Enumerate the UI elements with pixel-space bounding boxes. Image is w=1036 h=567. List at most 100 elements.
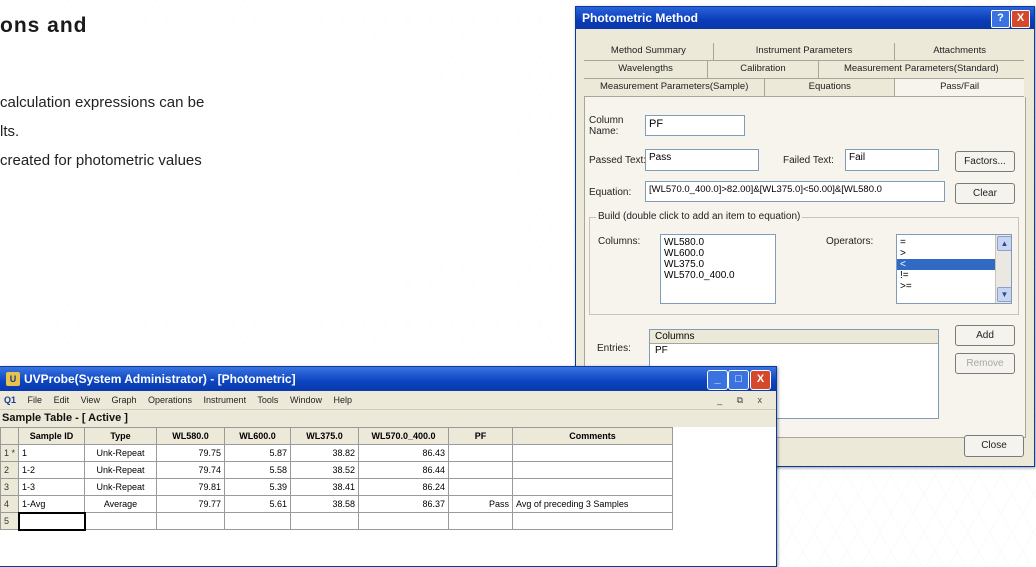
table-cell[interactable]: Unk-Repeat — [84, 461, 158, 479]
table-cell[interactable] — [84, 512, 158, 530]
column-name-field[interactable]: PF — [645, 115, 745, 136]
add-button[interactable]: Add — [955, 325, 1015, 346]
table-cell[interactable]: 86.43 — [358, 444, 450, 462]
row-header[interactable]: 4 — [0, 495, 20, 513]
clear-button[interactable]: Clear — [955, 183, 1015, 204]
close-button[interactable]: Close — [964, 435, 1024, 457]
tab-calibration[interactable]: Calibration — [708, 61, 819, 78]
document-icon[interactable]: Q1 — [4, 395, 16, 405]
menu-file[interactable]: File — [28, 395, 43, 405]
table-cell[interactable] — [512, 444, 674, 462]
help-icon[interactable]: ? — [991, 10, 1010, 28]
menu-tools[interactable]: Tools — [257, 395, 278, 405]
menu-window[interactable]: Window — [290, 395, 322, 405]
list-item-selected[interactable]: < — [897, 259, 996, 270]
tab-measurement-parameters-sample[interactable]: Measurement Parameters(Sample) — [584, 79, 766, 96]
table-cell[interactable] — [290, 512, 360, 530]
table-cell[interactable]: 5.87 — [224, 444, 292, 462]
menu-operations[interactable]: Operations — [148, 395, 192, 405]
menu-edit[interactable]: Edit — [54, 395, 70, 405]
table-cell[interactable] — [224, 512, 292, 530]
menu-instrument[interactable]: Instrument — [204, 395, 247, 405]
list-item[interactable]: > — [900, 248, 993, 259]
table-cell[interactable]: Unk-Repeat — [84, 478, 158, 496]
table-cell[interactable]: 86.24 — [358, 478, 450, 496]
list-item[interactable]: = — [900, 237, 993, 248]
row-header[interactable]: 3 — [0, 478, 20, 496]
table-cell[interactable]: 38.41 — [290, 478, 360, 496]
list-item[interactable]: WL570.0_400.0 — [664, 270, 772, 281]
table-cell[interactable] — [448, 478, 514, 496]
column-header[interactable]: Sample ID — [18, 427, 86, 445]
active-cell[interactable] — [17, 511, 86, 531]
table-cell[interactable] — [512, 478, 674, 496]
table-cell[interactable]: Unk-Repeat — [84, 444, 158, 462]
tab-attachments[interactable]: Attachments — [895, 43, 1024, 60]
column-header[interactable] — [0, 427, 20, 445]
table-cell[interactable]: 1-2 — [18, 461, 86, 479]
table-cell[interactable] — [358, 512, 450, 530]
operators-list[interactable]: = > < != >= ▲ ▼ — [896, 234, 1012, 304]
table-cell[interactable]: 1-Avg — [18, 495, 86, 513]
mdi-controls[interactable]: _ ⧉ x — [717, 391, 768, 409]
menu-graph[interactable]: Graph — [111, 395, 136, 405]
table-cell[interactable]: 5.61 — [224, 495, 292, 513]
window-close-icon[interactable]: X — [750, 370, 771, 390]
scroll-down-icon[interactable]: ▼ — [997, 287, 1011, 302]
column-header[interactable]: PF — [448, 427, 514, 445]
table-cell[interactable]: 1 — [18, 444, 86, 462]
column-header[interactable]: WL580.0 — [156, 427, 226, 445]
table-cell[interactable]: Avg of preceding 3 Samples — [512, 495, 674, 513]
failed-text-field[interactable]: Fail — [845, 149, 939, 171]
table-cell[interactable]: Average — [84, 495, 158, 513]
passed-text-field[interactable]: Pass — [645, 149, 759, 171]
table-cell[interactable] — [156, 512, 226, 530]
tab-measurement-parameters-standard[interactable]: Measurement Parameters(Standard) — [819, 61, 1024, 78]
column-header[interactable]: Type — [84, 427, 158, 445]
table-cell[interactable]: 79.75 — [156, 444, 226, 462]
table-cell[interactable]: 38.58 — [290, 495, 360, 513]
columns-list[interactable]: WL580.0 WL600.0 WL375.0 WL570.0_400.0 — [660, 234, 776, 304]
column-header[interactable]: WL375.0 — [290, 427, 360, 445]
table-cell[interactable]: 5.39 — [224, 478, 292, 496]
column-header[interactable]: WL570.0_400.0 — [358, 427, 450, 445]
table-cell[interactable]: 86.44 — [358, 461, 450, 479]
menu-view[interactable]: View — [81, 395, 100, 405]
table-cell[interactable]: 5.58 — [224, 461, 292, 479]
maximize-icon[interactable]: □ — [728, 370, 749, 390]
list-item[interactable]: WL580.0 — [664, 237, 772, 248]
table-cell[interactable] — [512, 512, 674, 530]
tab-wavelengths[interactable]: Wavelengths — [584, 61, 709, 78]
operators-scrollbar[interactable]: ▲ ▼ — [995, 235, 1011, 303]
factors-button[interactable]: Factors... — [955, 151, 1015, 172]
tab-method-summary[interactable]: Method Summary — [584, 43, 714, 60]
list-item[interactable]: >= — [900, 281, 993, 292]
tab-equations[interactable]: Equations — [765, 79, 896, 96]
table-cell[interactable]: 79.77 — [156, 495, 226, 513]
equation-field[interactable]: [WL570.0_400.0]>82.00]&[WL375.0]<50.00]&… — [645, 181, 945, 202]
row-header[interactable]: 1 * — [0, 444, 20, 462]
table-cell[interactable]: 1-3 — [18, 478, 86, 496]
table-cell[interactable]: Pass — [448, 495, 514, 513]
column-header[interactable]: WL600.0 — [224, 427, 292, 445]
tab-instrument-parameters[interactable]: Instrument Parameters — [714, 43, 896, 60]
table-cell[interactable] — [448, 461, 514, 479]
list-item[interactable]: != — [900, 270, 993, 281]
menu-help[interactable]: Help — [333, 395, 352, 405]
table-cell[interactable] — [448, 444, 514, 462]
table-cell[interactable]: 38.52 — [290, 461, 360, 479]
tab-pass-fail[interactable]: Pass/Fail — [895, 79, 1025, 96]
remove-button[interactable]: Remove — [955, 353, 1015, 374]
table-cell[interactable]: 38.82 — [290, 444, 360, 462]
column-header[interactable]: Comments — [512, 427, 674, 445]
table-cell[interactable]: 86.37 — [358, 495, 450, 513]
table-cell[interactable] — [512, 461, 674, 479]
row-header[interactable]: 2 — [0, 461, 20, 479]
table-cell[interactable] — [448, 512, 514, 530]
list-item[interactable]: WL375.0 — [664, 259, 772, 270]
minimize-icon[interactable]: _ — [707, 370, 728, 390]
row-header[interactable]: 5 — [0, 512, 20, 530]
list-item[interactable]: PF — [650, 344, 938, 357]
table-cell[interactable]: 79.81 — [156, 478, 226, 496]
close-icon[interactable]: X — [1011, 10, 1030, 28]
